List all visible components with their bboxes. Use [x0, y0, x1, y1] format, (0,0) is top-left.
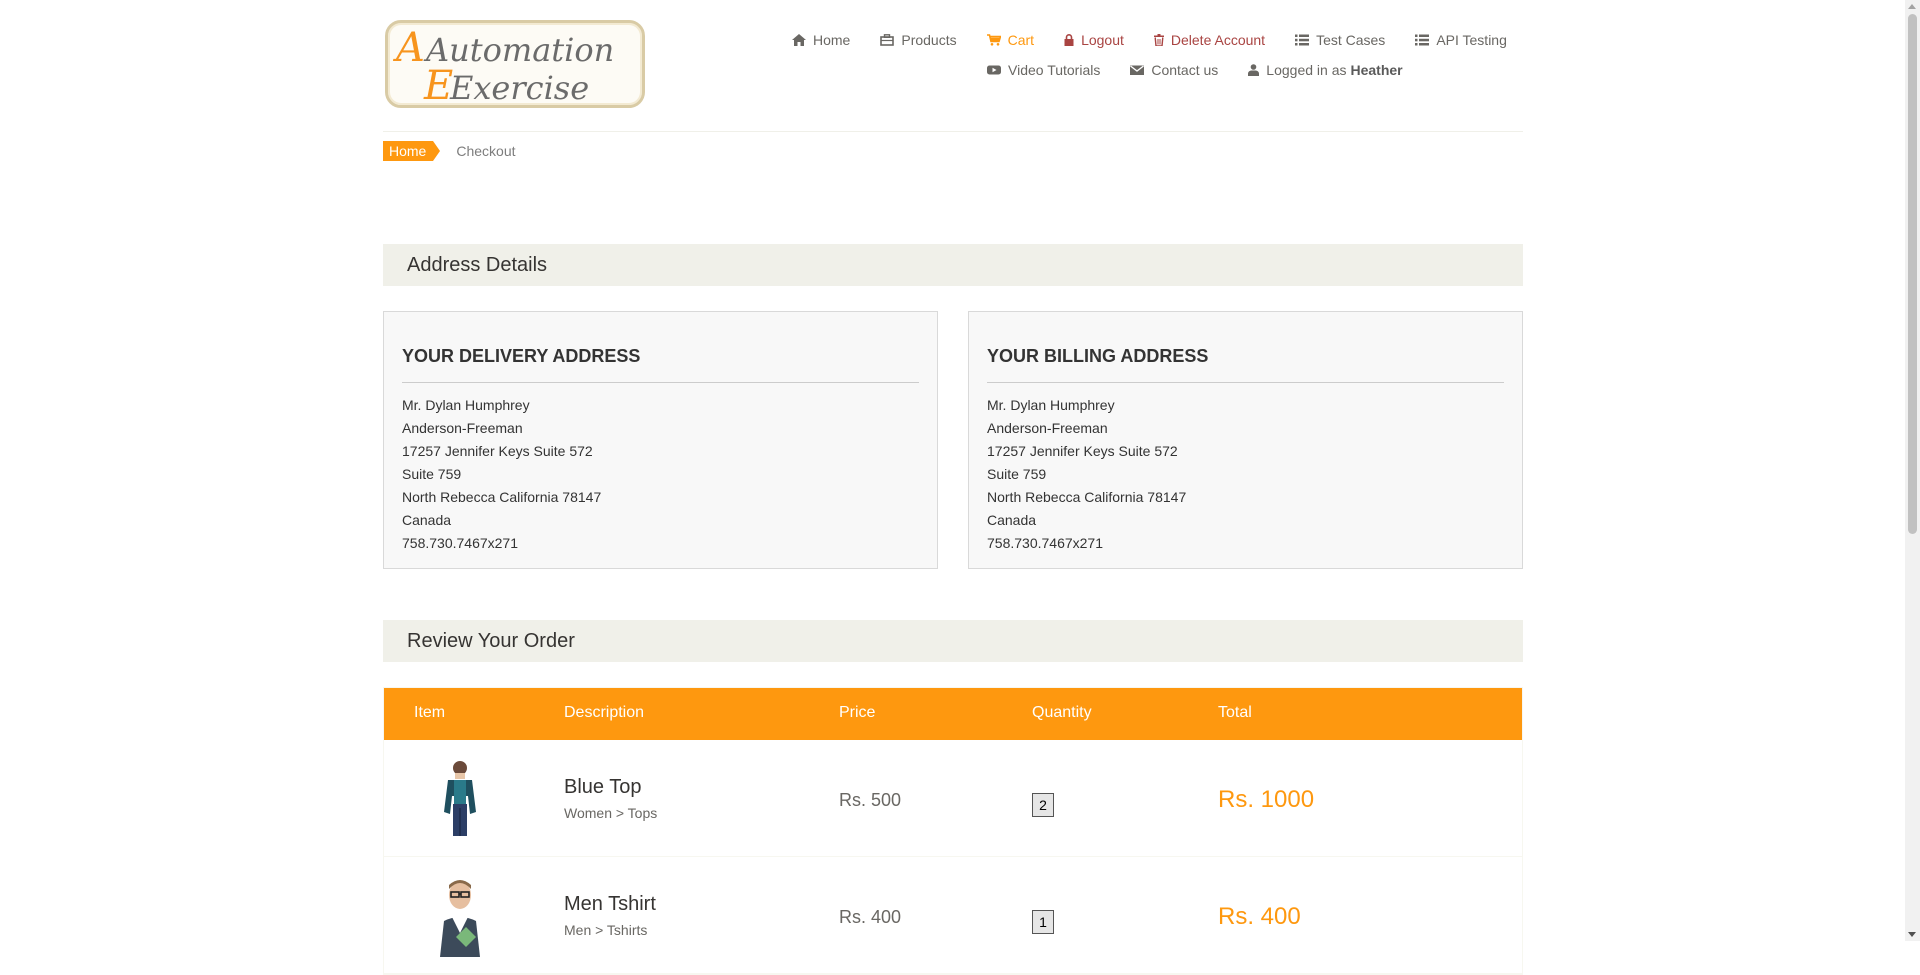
- table-row: Men Tshirt Men > Tshirts Rs. 400 1 Rs. 4…: [384, 857, 1522, 974]
- product-total: Rs. 1000: [1218, 786, 1315, 813]
- order-table-header: Item Description Price Quantity Total: [384, 688, 1522, 740]
- delivery-name: Mr. Dylan Humphrey: [402, 397, 530, 413]
- nav-products[interactable]: Products: [880, 32, 957, 48]
- product-image-men-tshirt[interactable]: [420, 873, 500, 957]
- product-category: Men > Tshirts: [564, 922, 648, 938]
- logged-in-username: Heather: [1350, 62, 1403, 78]
- nav-contact-us[interactable]: Contact us: [1130, 62, 1218, 78]
- home-icon: [792, 34, 806, 46]
- scroll-down-arrow-icon[interactable]: [1908, 932, 1916, 937]
- order-table: Item Description Price Quantity Total Bl…: [383, 687, 1523, 975]
- billing-city-state-zip: North Rebecca California 78147: [987, 489, 1187, 505]
- user-icon: [1248, 64, 1260, 76]
- cart-icon: [986, 34, 1001, 46]
- nav-delete-account[interactable]: Delete Account: [1153, 32, 1265, 48]
- breadcrumb-home[interactable]: Home: [383, 141, 441, 161]
- page-scrollbar[interactable]: [1905, 0, 1920, 941]
- site-logo[interactable]: A Automation E Exercise: [385, 20, 645, 108]
- main-nav: Home Products Cart Logout Delete Account…: [792, 32, 1537, 48]
- header-divider: [383, 131, 1523, 132]
- billing-address1: 17257 Jennifer Keys Suite 572: [987, 443, 1178, 459]
- billing-address2: Suite 759: [987, 466, 1047, 482]
- billing-name: Mr. Dylan Humphrey: [987, 397, 1115, 413]
- secondary-nav: Video Tutorials Contact us Logged in as …: [987, 62, 1433, 78]
- product-total: Rs. 400: [1218, 903, 1301, 930]
- lock-icon: [1064, 34, 1074, 46]
- nav-logged-in-user[interactable]: Logged in as Heather: [1248, 62, 1403, 78]
- delivery-address2: Suite 759: [402, 466, 462, 482]
- envelope-icon: [1130, 65, 1145, 75]
- list-icon: [1295, 34, 1310, 46]
- youtube-icon: [987, 65, 1001, 75]
- product-name[interactable]: Blue Top: [564, 776, 641, 799]
- product-price: Rs. 400: [839, 907, 902, 927]
- products-icon: [880, 34, 895, 46]
- header-item: Item: [414, 704, 446, 721]
- list-icon: [1415, 34, 1430, 46]
- svg-text:Exercise: Exercise: [449, 69, 589, 105]
- scrollbar-thumb[interactable]: [1908, 14, 1917, 534]
- product-image-blue-top[interactable]: [420, 756, 500, 840]
- product-quantity: 1: [1032, 910, 1054, 934]
- product-quantity: 2: [1032, 793, 1054, 817]
- breadcrumb-current: Checkout: [456, 143, 516, 159]
- scroll-up-arrow-icon[interactable]: [1908, 4, 1916, 9]
- product-price: Rs. 500: [839, 790, 902, 810]
- nav-cart[interactable]: Cart: [986, 32, 1034, 48]
- billing-country: Canada: [987, 512, 1037, 528]
- header-description: Description: [564, 704, 645, 721]
- delivery-phone: 758.730.7467x271: [402, 535, 518, 551]
- svg-text:A: A: [392, 25, 425, 71]
- header-quantity: Quantity: [1032, 704, 1092, 721]
- nav-video-tutorials[interactable]: Video Tutorials: [987, 62, 1100, 78]
- review-order-heading: Review Your Order: [383, 620, 1523, 662]
- product-name[interactable]: Men Tshirt: [564, 893, 656, 916]
- breadcrumb: Home Checkout: [383, 141, 516, 161]
- header-price: Price: [839, 704, 876, 721]
- billing-address-lines: Mr. Dylan Humphrey Anderson-Freeman 1725…: [987, 383, 1504, 555]
- billing-company: Anderson-Freeman: [987, 420, 1108, 436]
- product-category: Women > Tops: [564, 805, 658, 821]
- nav-test-cases[interactable]: Test Cases: [1295, 32, 1385, 48]
- nav-home[interactable]: Home: [792, 32, 850, 48]
- billing-address-box: Your billing address Mr. Dylan Humphrey …: [968, 311, 1523, 569]
- table-row: Blue Top Women > Tops Rs. 500 2 Rs. 1000: [384, 740, 1522, 857]
- delivery-company: Anderson-Freeman: [402, 420, 523, 436]
- nav-api-testing[interactable]: API Testing: [1415, 32, 1507, 48]
- delivery-address-box: Your delivery address Mr. Dylan Humphrey…: [383, 311, 938, 569]
- svg-text:E: E: [423, 63, 453, 105]
- delivery-city-state-zip: North Rebecca California 78147: [402, 489, 602, 505]
- billing-phone: 758.730.7467x271: [987, 535, 1103, 551]
- delivery-address-lines: Mr. Dylan Humphrey Anderson-Freeman 1725…: [402, 383, 919, 555]
- billing-address-title: Your billing address: [987, 312, 1504, 383]
- nav-logout[interactable]: Logout: [1064, 32, 1124, 48]
- delivery-country: Canada: [402, 512, 452, 528]
- address-details-heading: Address Details: [383, 244, 1523, 286]
- header-total: Total: [1218, 704, 1252, 721]
- delivery-address-title: Your delivery address: [402, 312, 919, 383]
- trash-icon: [1153, 34, 1164, 46]
- logo-wordmark: A Automation E Exercise: [392, 25, 614, 105]
- delivery-address1: 17257 Jennifer Keys Suite 572: [402, 443, 593, 459]
